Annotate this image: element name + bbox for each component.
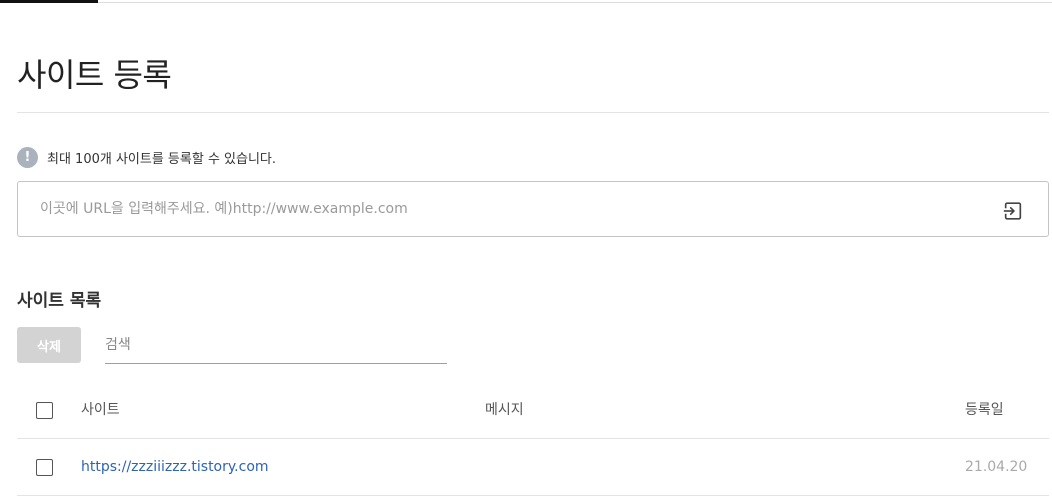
table-row: https://zzziiizzz.tistory.com 21.04.20 [17,439,1049,496]
column-header-site: 사이트 [81,402,120,418]
title-divider [17,112,1049,113]
table-header: 사이트 메시지 등록일 [17,382,1049,439]
select-all-checkbox[interactable] [36,402,53,419]
delete-button[interactable]: 삭제 [17,327,81,363]
exclamation-icon: ! [17,146,38,168]
active-tab-indicator [0,0,98,3]
search-field [105,327,447,364]
row-checkbox[interactable] [36,459,53,476]
notice-text: 최대 100개 사이트를 등록할 수 있습니다. [47,151,277,167]
site-table: 사이트 메시지 등록일 https://zzziiizzz.tistory.co… [17,382,1049,496]
site-date: 21.04.20 [965,459,1028,475]
column-header-date: 등록일 [965,402,1004,418]
enter-icon[interactable] [1002,200,1024,222]
page: 사이트 등록 ! 최대 100개 사이트를 등록할 수 있습니다. 사이트 목록… [0,0,1052,497]
page-title: 사이트 등록 [17,56,172,94]
site-link[interactable]: https://zzziiizzz.tistory.com [81,439,269,495]
column-header-message: 메시지 [485,402,524,418]
site-list-title: 사이트 목록 [17,291,102,311]
notice: ! 최대 100개 사이트를 등록할 수 있습니다. [17,146,276,168]
url-input[interactable] [40,182,980,236]
url-input-box [17,181,1049,237]
search-input[interactable] [105,327,447,363]
top-divider [0,2,1052,3]
